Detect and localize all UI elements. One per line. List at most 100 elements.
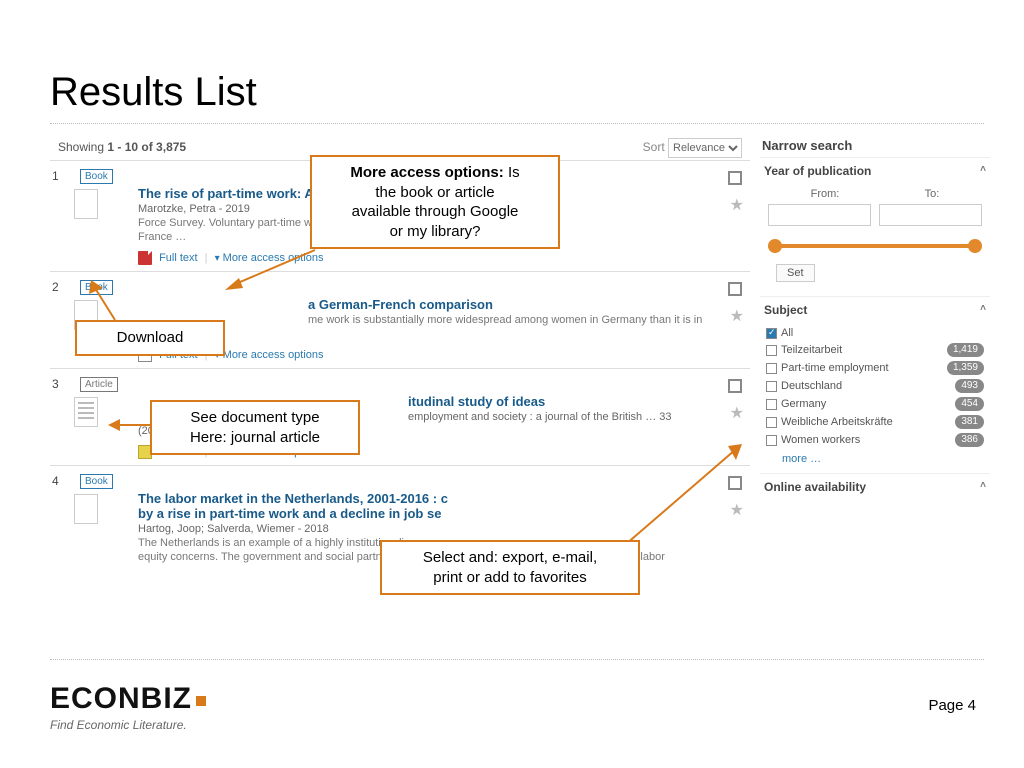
favorite-star-icon[interactable]: ★ bbox=[730, 195, 744, 215]
subject-row[interactable]: Deutschland 493 bbox=[766, 377, 984, 395]
facet-online-label: Online availability bbox=[764, 480, 866, 494]
year-from-input[interactable] bbox=[768, 204, 871, 226]
facet-year-body: From: To: Set bbox=[760, 184, 990, 296]
result-number: 4 bbox=[52, 474, 59, 488]
result-number: 1 bbox=[52, 169, 59, 183]
subject-label: Teilzeitarbeit bbox=[781, 344, 842, 356]
checkbox-icon[interactable] bbox=[766, 363, 777, 374]
subject-row[interactable]: Part-time employment 1,359 bbox=[766, 359, 984, 377]
callout-line: Here: journal article bbox=[190, 429, 320, 446]
result-thumb bbox=[74, 397, 98, 427]
rule-top bbox=[50, 123, 984, 124]
rule-bottom bbox=[50, 659, 984, 660]
favorite-star-icon[interactable]: ★ bbox=[730, 306, 744, 326]
subject-count: 381 bbox=[955, 415, 984, 429]
callout-doctype: See document type Here: journal article bbox=[150, 400, 360, 455]
page-number: Page 4 bbox=[928, 697, 976, 714]
arrow-icon bbox=[620, 440, 750, 550]
facet-sidebar: Narrow search Year of publication ˄ From… bbox=[760, 134, 990, 500]
subject-label: Weibliche Arbeitskräfte bbox=[781, 416, 893, 428]
slide-title: Results List bbox=[50, 70, 984, 115]
callout-line: See document type bbox=[190, 409, 319, 426]
subject-count: 386 bbox=[955, 433, 984, 447]
select-checkbox[interactable] bbox=[728, 282, 742, 296]
result-snippet: me work is substantially more widespread… bbox=[308, 314, 740, 326]
result-thumb bbox=[74, 189, 98, 219]
sort-label: Sort bbox=[643, 140, 665, 154]
checkbox-icon[interactable] bbox=[766, 417, 777, 428]
chevron-down-icon[interactable]: ▾ bbox=[215, 253, 220, 264]
facet-year-label: Year of publication bbox=[764, 164, 871, 178]
sort-select[interactable]: Relevance bbox=[668, 138, 742, 158]
slider-knob-left[interactable] bbox=[768, 239, 782, 253]
subject-count: 1,359 bbox=[947, 361, 984, 375]
subject-row[interactable]: Germany 454 bbox=[766, 395, 984, 413]
showing-pre: Showing bbox=[58, 140, 107, 154]
narrow-search-heading: Narrow search bbox=[760, 134, 990, 157]
arrow-icon bbox=[85, 280, 125, 325]
caret-up-icon: ˄ bbox=[980, 164, 986, 178]
result-snippet2: France … bbox=[138, 328, 740, 340]
result-title-link[interactable]: itudinal study of ideas bbox=[408, 394, 740, 409]
result-number: 2 bbox=[52, 280, 59, 294]
access-row: Full text | ▾ More access options bbox=[138, 348, 740, 362]
checkbox-checked-icon[interactable] bbox=[766, 328, 777, 339]
favorite-star-icon[interactable]: ★ bbox=[730, 403, 744, 423]
year-slider[interactable] bbox=[772, 236, 978, 256]
checkbox-icon[interactable] bbox=[766, 345, 777, 356]
result-thumb bbox=[74, 494, 98, 524]
slider-knob-right[interactable] bbox=[968, 239, 982, 253]
callout-select: Select and: export, e-mail, print or add… bbox=[380, 540, 640, 595]
callout-line: print or add to favorites bbox=[433, 569, 586, 586]
logo-square-icon bbox=[196, 696, 206, 706]
callout-more-access: More access options: More access options… bbox=[310, 155, 560, 249]
facet-subject-heading[interactable]: Subject ˄ bbox=[760, 296, 990, 323]
subject-row[interactable]: Women workers 386 bbox=[766, 431, 984, 449]
subject-label: Part-time employment bbox=[781, 362, 889, 374]
subject-more-link[interactable]: more … bbox=[766, 449, 984, 467]
caret-up-icon: ˄ bbox=[980, 303, 986, 317]
checkbox-icon[interactable] bbox=[766, 399, 777, 410]
fulltext-link[interactable]: Full text bbox=[159, 252, 198, 264]
showing-range: 1 - 10 of 3,875 bbox=[107, 140, 186, 154]
subject-all-row[interactable]: All bbox=[766, 325, 984, 341]
caret-up-icon: ˄ bbox=[980, 480, 986, 494]
facet-subject-label: Subject bbox=[764, 303, 807, 317]
showing-text: Showing 1 - 10 of 3,875 bbox=[58, 134, 186, 160]
facet-online-heading[interactable]: Online availability ˄ bbox=[760, 473, 990, 500]
type-badge-article: Article bbox=[80, 377, 118, 392]
checkbox-icon[interactable] bbox=[766, 381, 777, 392]
pdf-icon bbox=[138, 251, 152, 265]
subject-label: Germany bbox=[781, 398, 826, 410]
year-to-label: To: bbox=[925, 188, 940, 200]
result-number: 3 bbox=[52, 377, 59, 391]
type-badge-book: Book bbox=[80, 169, 113, 184]
arrow-icon bbox=[225, 245, 325, 295]
sort-control[interactable]: Sort Relevance bbox=[643, 134, 742, 160]
subject-count: 454 bbox=[955, 397, 984, 411]
callout-line: Select and: export, e-mail, bbox=[423, 549, 597, 566]
callout-download: Download bbox=[75, 320, 225, 356]
result-title-link[interactable]: a German-French comparison bbox=[308, 297, 740, 312]
subject-all-label: All bbox=[781, 327, 793, 339]
econbiz-logo: ECONBIZ Find Economic Literature. bbox=[50, 682, 206, 732]
year-to-input[interactable] bbox=[879, 204, 982, 226]
logo-text: ECONBIZ bbox=[50, 682, 192, 715]
subject-count: 493 bbox=[955, 379, 984, 393]
type-badge-book: Book bbox=[80, 474, 113, 489]
subject-count: 1,419 bbox=[947, 343, 984, 357]
year-from-label: From: bbox=[811, 188, 840, 200]
facet-year-heading[interactable]: Year of publication ˄ bbox=[760, 157, 990, 184]
result-source: employment and society : a journal of th… bbox=[408, 411, 740, 423]
subject-label: Women workers bbox=[781, 434, 860, 446]
logo-tagline: Find Economic Literature. bbox=[50, 718, 206, 732]
facet-subject-body: All Teilzeitarbeit 1,419 Part-time employ… bbox=[760, 323, 990, 473]
select-checkbox[interactable] bbox=[728, 379, 742, 393]
subject-row[interactable]: Teilzeitarbeit 1,419 bbox=[766, 341, 984, 359]
checkbox-icon[interactable] bbox=[766, 435, 777, 446]
more-access-link[interactable]: More access options bbox=[223, 349, 324, 361]
subject-row[interactable]: Weibliche Arbeitskräfte 381 bbox=[766, 413, 984, 431]
select-checkbox[interactable] bbox=[728, 171, 742, 185]
subject-label: Deutschland bbox=[781, 380, 842, 392]
year-set-button[interactable]: Set bbox=[776, 264, 815, 282]
